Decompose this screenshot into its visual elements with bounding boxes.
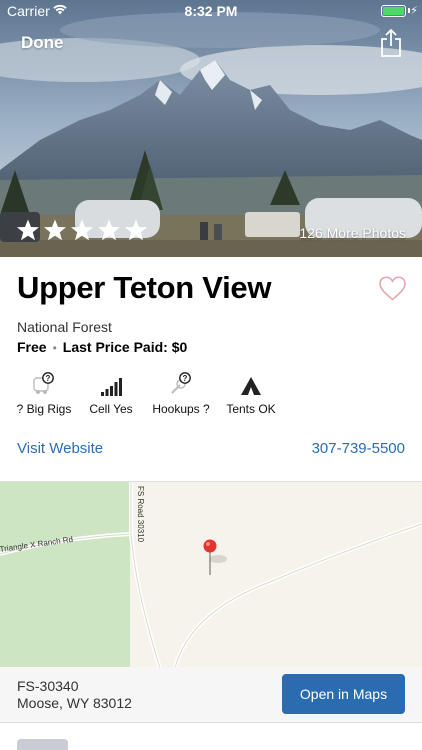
address-bar: FS-30340 Moose, WY 83012 Open in Maps bbox=[0, 667, 422, 723]
more-photos-link[interactable]: 126 More Photos bbox=[299, 225, 406, 241]
battery-icon bbox=[381, 5, 406, 17]
favorite-heart-icon[interactable] bbox=[379, 276, 406, 301]
cell-signal-icon bbox=[101, 378, 122, 396]
star-icon bbox=[125, 219, 147, 241]
amenity-label: Hookups ? bbox=[152, 402, 210, 416]
star-icon bbox=[17, 219, 39, 241]
road-label: FS Road 30310 bbox=[136, 486, 145, 543]
amenity-cell[interactable]: Cell Yes bbox=[86, 370, 136, 416]
status-bar: Carrier 8:32 PM ⚡ bbox=[0, 0, 422, 22]
star-icon bbox=[44, 219, 66, 241]
clock: 8:32 PM bbox=[184, 3, 238, 19]
star-icon bbox=[98, 219, 120, 241]
address-line-1: FS-30340 bbox=[17, 678, 79, 694]
last-price-label: Last Price Paid: $0 bbox=[62, 339, 188, 355]
location-map[interactable]: FS Road 30310 Triangle X Ranch Rd bbox=[0, 481, 422, 667]
hookups-unknown-icon: ? bbox=[171, 372, 191, 394]
charging-icon: ⚡ bbox=[410, 5, 418, 17]
svg-text:?: ? bbox=[183, 374, 188, 383]
amenity-label: Cell Yes bbox=[89, 402, 133, 416]
amenity-big-rigs[interactable]: ? ? Big Rigs bbox=[16, 370, 72, 416]
amenity-label: Tents OK bbox=[226, 402, 276, 416]
hero-photo[interactable]: Carrier 8:32 PM ⚡ Done 126 More Photos bbox=[0, 0, 422, 257]
amenity-label: ? Big Rigs bbox=[16, 402, 72, 416]
photo-thumbnail[interactable] bbox=[17, 739, 68, 750]
big-rig-unknown-icon: ? bbox=[33, 372, 54, 394]
amenity-tents[interactable]: Tents OK bbox=[222, 370, 280, 416]
campsite-title: Upper Teton View bbox=[17, 270, 272, 305]
separator-dot: • bbox=[52, 341, 57, 355]
done-button[interactable]: Done bbox=[21, 33, 64, 53]
campsite-category: National Forest bbox=[17, 319, 112, 335]
price-info: Free • Last Price Paid: $0 bbox=[17, 339, 187, 355]
open-in-maps-button[interactable]: Open in Maps bbox=[282, 674, 405, 714]
price-label: Free bbox=[17, 339, 47, 355]
phone-number-link[interactable]: 307-739-5500 bbox=[312, 440, 405, 457]
tent-icon bbox=[241, 377, 261, 395]
svg-text:?: ? bbox=[46, 374, 51, 383]
star-rating bbox=[16, 218, 148, 242]
star-icon bbox=[71, 219, 93, 241]
map-canvas: FS Road 30310 Triangle X Ranch Rd bbox=[0, 482, 422, 667]
amenities-row: ? ? Big Rigs Cell Yes ? Hookups ? Tents … bbox=[0, 370, 300, 420]
share-icon[interactable] bbox=[380, 29, 402, 57]
address-line-2: Moose, WY 83012 bbox=[17, 695, 132, 711]
visit-website-link[interactable]: Visit Website bbox=[17, 440, 103, 457]
amenity-hookups[interactable]: ? Hookups ? bbox=[150, 370, 212, 416]
